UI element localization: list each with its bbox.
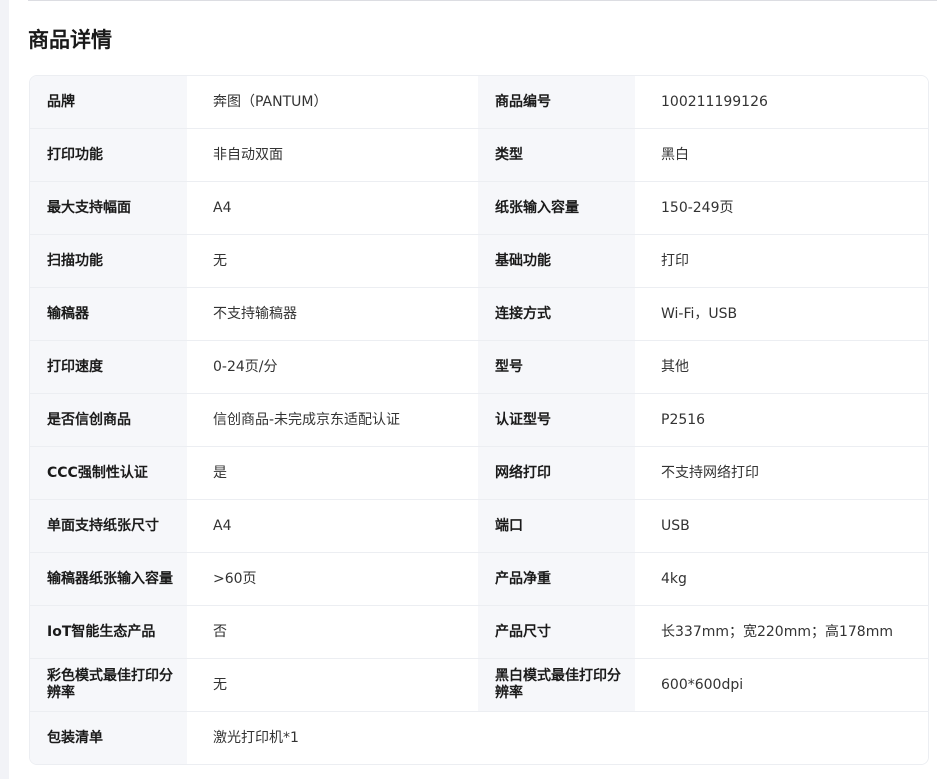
spec-label: 包装清单: [30, 712, 187, 764]
spec-value: A4: [187, 500, 478, 552]
spec-value: 其他: [635, 341, 928, 393]
spec-row: CCC强制性认证 是 网络打印 不支持网络打印: [30, 447, 928, 500]
spec-value: 不支持输稿器: [187, 288, 478, 340]
spec-value: 100211199126: [635, 76, 928, 128]
spec-label: 是否信创商品: [30, 394, 187, 446]
spec-value: USB: [635, 500, 928, 552]
spec-row: IoT智能生态产品 否 产品尺寸 长337mm；宽220mm；高178mm: [30, 606, 928, 659]
spec-label: IoT智能生态产品: [30, 606, 187, 658]
spec-label: 品牌: [30, 76, 187, 128]
spec-row: 打印功能 非自动双面 类型 黑白: [30, 129, 928, 182]
spec-value: 非自动双面: [187, 129, 478, 181]
spec-value: 600*600dpi: [635, 659, 928, 711]
spec-value: >60页: [187, 553, 478, 605]
spec-label: 打印功能: [30, 129, 187, 181]
spec-value: 4kg: [635, 553, 928, 605]
spec-label: 产品尺寸: [478, 606, 635, 658]
spec-value: 激光打印机*1: [187, 712, 928, 764]
spec-value: A4: [187, 182, 478, 234]
spec-row: 打印速度 0-24页/分 型号 其他: [30, 341, 928, 394]
spec-row: 输稿器 不支持输稿器 连接方式 Wi-Fi，USB: [30, 288, 928, 341]
spec-value: 长337mm；宽220mm；高178mm: [635, 606, 928, 658]
spec-value: 无: [187, 659, 478, 711]
spec-label: 基础功能: [478, 235, 635, 287]
spec-label: 最大支持幅面: [30, 182, 187, 234]
spec-value: 150-249页: [635, 182, 928, 234]
spec-label: 连接方式: [478, 288, 635, 340]
product-detail-panel: 商品详情 品牌 奔图（PANTUM） 商品编号 100211199126 打印功…: [9, 0, 937, 779]
spec-label: 网络打印: [478, 447, 635, 499]
spec-row: 单面支持纸张尺寸 A4 端口 USB: [30, 500, 928, 553]
spec-row: 彩色模式最佳打印分辨率 无 黑白模式最佳打印分辨率 600*600dpi: [30, 659, 928, 712]
spec-row: 品牌 奔图（PANTUM） 商品编号 100211199126: [30, 76, 928, 129]
spec-value: Wi-Fi，USB: [635, 288, 928, 340]
spec-row: 扫描功能 无 基础功能 打印: [30, 235, 928, 288]
spec-label: 黑白模式最佳打印分辨率: [478, 659, 635, 711]
spec-label: 输稿器: [30, 288, 187, 340]
spec-label: 认证型号: [478, 394, 635, 446]
spec-value: 无: [187, 235, 478, 287]
spec-value: 信创商品-未完成京东适配认证: [187, 394, 478, 446]
spec-label: 商品编号: [478, 76, 635, 128]
top-divider: [28, 0, 937, 1]
spec-table: 品牌 奔图（PANTUM） 商品编号 100211199126 打印功能 非自动…: [29, 75, 929, 765]
spec-value: 打印: [635, 235, 928, 287]
spec-label: CCC强制性认证: [30, 447, 187, 499]
spec-label: 类型: [478, 129, 635, 181]
spec-value: 黑白: [635, 129, 928, 181]
spec-value: 不支持网络打印: [635, 447, 928, 499]
spec-label: 单面支持纸张尺寸: [30, 500, 187, 552]
spec-label: 输稿器纸张输入容量: [30, 553, 187, 605]
spec-row: 输稿器纸张输入容量 >60页 产品净重 4kg: [30, 553, 928, 606]
spec-label: 纸张输入容量: [478, 182, 635, 234]
spec-label: 扫描功能: [30, 235, 187, 287]
spec-value: P2516: [635, 394, 928, 446]
spec-value: 0-24页/分: [187, 341, 478, 393]
spec-row: 最大支持幅面 A4 纸张输入容量 150-249页: [30, 182, 928, 235]
spec-label: 打印速度: [30, 341, 187, 393]
spec-label: 彩色模式最佳打印分辨率: [30, 659, 187, 711]
spec-row: 是否信创商品 信创商品-未完成京东适配认证 认证型号 P2516: [30, 394, 928, 447]
spec-row: 包装清单 激光打印机*1: [30, 712, 928, 764]
spec-value: 是: [187, 447, 478, 499]
spec-label: 端口: [478, 500, 635, 552]
spec-value: 否: [187, 606, 478, 658]
spec-value: 奔图（PANTUM）: [187, 76, 478, 128]
spec-label: 产品净重: [478, 553, 635, 605]
section-title: 商品详情: [28, 28, 112, 52]
spec-label: 型号: [478, 341, 635, 393]
